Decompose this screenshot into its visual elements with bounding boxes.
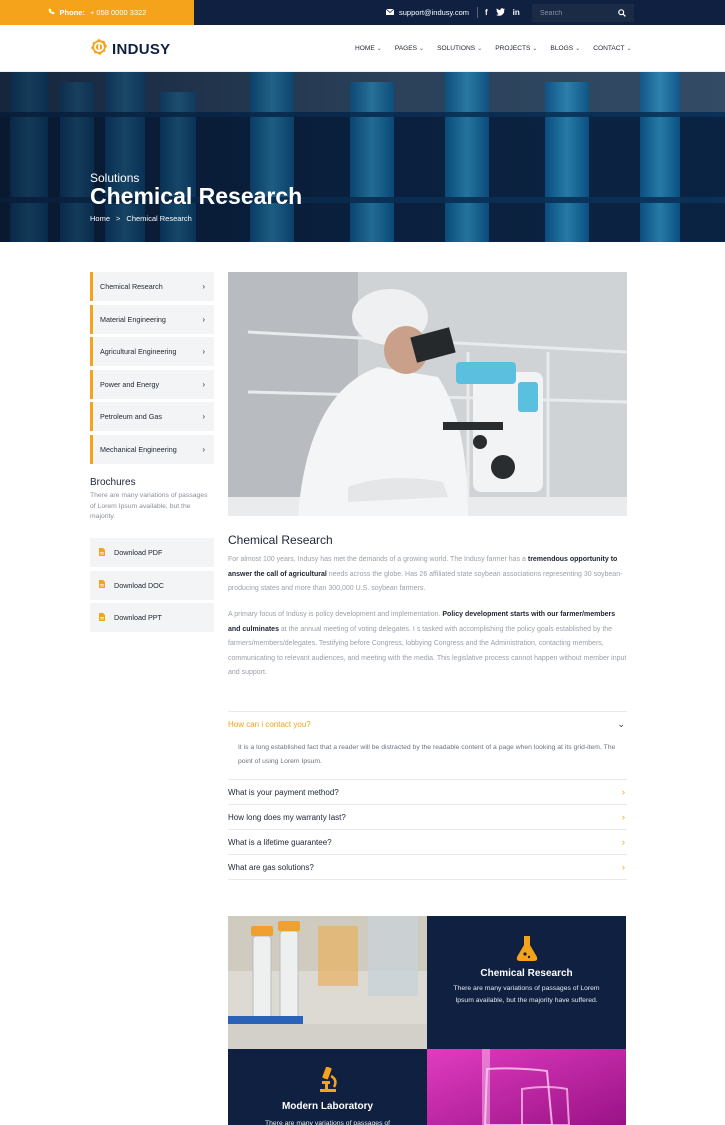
lab-tubes-image [228, 916, 427, 1049]
chevron-down-icon: ⌄ [532, 46, 538, 52]
file-icon [99, 580, 105, 590]
envelope-icon [385, 8, 395, 17]
breadcrumb-separator: > [116, 214, 121, 223]
chevron-down-icon: ⌄ [575, 46, 581, 52]
nav-blogs[interactable]: BLOGS ⌄ [550, 45, 580, 52]
divider [228, 879, 627, 880]
search-icon[interactable] [618, 4, 626, 22]
download-ppt-button[interactable]: Download PPT [90, 603, 214, 632]
sidebar-item-power-and-energy[interactable]: Power and Energy › [90, 369, 214, 399]
search-input[interactable] [540, 9, 610, 17]
download-label: Download PPT [114, 613, 162, 622]
facebook-icon[interactable]: f [485, 8, 488, 17]
lab-glassware-image [427, 1049, 626, 1125]
search-box [532, 4, 634, 22]
phone-label: Phone: [59, 8, 85, 17]
sidebar-item-agricultural-engineering[interactable]: Agricultural Engineering › [90, 337, 214, 366]
logo-text: INDUSY [112, 41, 171, 58]
card-title: Modern Laboratory [281, 1101, 374, 1112]
nav-contact[interactable]: CONTACT ⌄ [593, 45, 631, 52]
breadcrumb-current: Chemical Research [126, 214, 192, 223]
logo-icon [90, 38, 108, 61]
page-hero: Solutions Chemical Research Home > Chemi… [0, 72, 725, 242]
microscope-icon [228, 1067, 427, 1095]
phone-icon [48, 8, 55, 17]
nav-home[interactable]: HOME ⌄ [355, 45, 382, 52]
download-doc-button[interactable]: Download DOC [90, 570, 214, 600]
twitter-icon[interactable] [495, 7, 505, 18]
download-label: Download DOC [114, 580, 164, 590]
chevron-right-icon: › [202, 444, 205, 454]
download-pdf-button[interactable]: Download PDF [90, 538, 214, 567]
faq-question-contact[interactable]: How can i contact you? ⌄ [228, 711, 627, 736]
brochures-text: There are many variations of passages of… [90, 492, 208, 520]
logo[interactable]: INDUSY [90, 38, 170, 61]
faq-question-guarantee[interactable]: What is a lifetime guarantee? › [228, 829, 627, 854]
phone-number: + 058 0000 3322 [89, 8, 147, 17]
chevron-right-icon: › [202, 347, 205, 356]
sidebar-item-material-engineering[interactable]: Material Engineering › [90, 304, 214, 334]
faq-accordion: How can i contact you? ⌄ It is a long es… [228, 711, 627, 880]
flask-icon [427, 936, 626, 962]
chevron-right-icon: › [202, 412, 205, 421]
card-description: There are many variations of passages of… [453, 985, 600, 1004]
linkedin-icon[interactable]: in [513, 8, 520, 17]
social-links: f in [485, 0, 520, 25]
sidebar-item-mechanical-engineering[interactable]: Mechanical Engineering › [90, 434, 214, 464]
chevron-right-icon: › [622, 787, 625, 797]
faq-answer: It is a long established fact that a rea… [238, 744, 616, 765]
file-icon [99, 612, 105, 623]
brochures-section: Brochures There are many variations of p… [90, 477, 214, 523]
chevron-down-icon: ⌄ [626, 46, 632, 52]
chevron-right-icon: › [622, 837, 625, 847]
card-description: There are many variations of passages of [264, 1120, 391, 1125]
chevron-down-icon: ⌄ [376, 46, 382, 52]
chevron-right-icon: › [202, 314, 205, 324]
nav-projects[interactable]: PROJECTS ⌄ [495, 45, 537, 52]
main-nav: HOME ⌄ PAGES ⌄ SOLUTIONS ⌄ PROJECTS ⌄ BLOGS ⌄… [355, 25, 632, 72]
faq-question-gas[interactable]: What are gas solutions? › [228, 854, 627, 879]
policy-paragraph: A primary focus of Indusy is policy deve… [228, 611, 627, 676]
main-header: INDUSY HOME ⌄ PAGES ⌄ SOLUTIONS ⌄ PROJECTS ⌄… [0, 25, 725, 72]
chevron-right-icon: › [202, 379, 205, 389]
top-bar: Phone: + 058 0000 3322 support@indusy.co… [0, 0, 725, 25]
phone-block[interactable]: Phone: + 058 0000 3322 [0, 0, 194, 25]
nav-pages[interactable]: PAGES ⌄ [395, 45, 424, 52]
chevron-right-icon: › [622, 862, 625, 872]
service-card-chemical-research[interactable]: Chemical Research There are many variati… [427, 916, 626, 1049]
intro-paragraph: For almost 100 years, Indusy has met the… [228, 556, 623, 592]
breadcrumb-home[interactable]: Home [90, 214, 110, 223]
divider [477, 7, 478, 18]
section-heading: Chemical Research [228, 533, 333, 547]
faq-question-payment[interactable]: What is your payment method? › [228, 779, 627, 804]
page-title: Chemical Research [90, 183, 303, 209]
sidebar-item-petroleum-and-gas[interactable]: Petroleum and Gas › [90, 402, 214, 431]
chevron-down-icon: ⌄ [477, 46, 483, 52]
chevron-right-icon: › [622, 812, 625, 822]
researcher-image [228, 272, 627, 516]
downloads-list: Download PDF Download DOC Download PPT [90, 538, 214, 636]
chevron-down-icon: ⌄ [617, 718, 625, 729]
download-label: Download PDF [114, 548, 163, 557]
service-card-modern-laboratory[interactable]: Modern Laboratory There are many variati… [228, 1049, 427, 1125]
card-title: Chemical Research [480, 968, 573, 979]
brochures-title: Brochures [90, 477, 136, 488]
email-text: support@indusy.com [399, 8, 470, 17]
sidebar-item-chemical-research[interactable]: Chemical Research › [90, 272, 214, 301]
email-link[interactable]: support@indusy.com [385, 0, 470, 25]
file-icon [99, 547, 105, 558]
nav-solutions[interactable]: SOLUTIONS ⌄ [437, 45, 482, 52]
chevron-down-icon: ⌄ [419, 46, 425, 52]
faq-question-warranty[interactable]: How long does my warranty last? › [228, 804, 627, 829]
solutions-sidebar: Chemical Research › Material Engineering ›… [90, 272, 214, 467]
chevron-right-icon: › [202, 282, 205, 291]
breadcrumb: Home > Chemical Research [90, 214, 192, 223]
